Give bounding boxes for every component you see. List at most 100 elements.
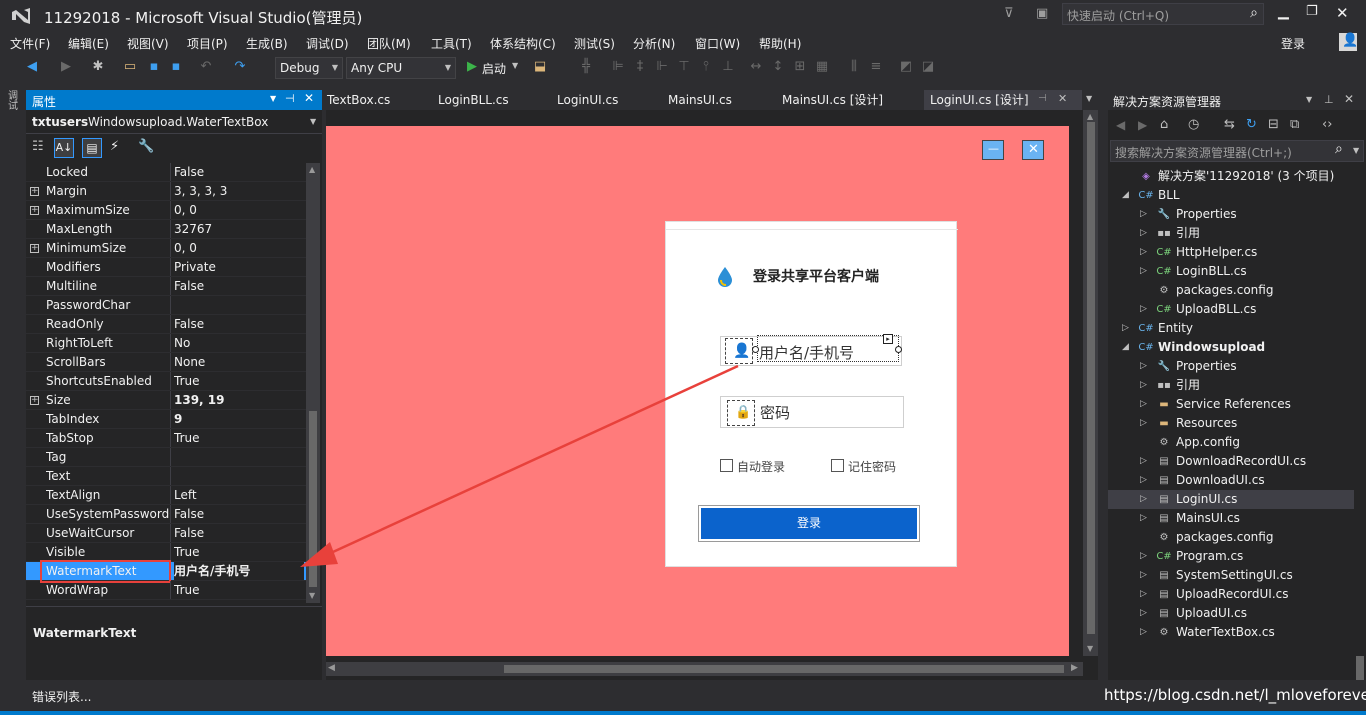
align-tops-icon[interactable]: ⊤ xyxy=(676,59,692,75)
property-value[interactable]: Private xyxy=(174,258,304,277)
expand-arrow-icon[interactable]: ▷ xyxy=(1140,471,1147,490)
navigate-forward-icon[interactable]: ▶ xyxy=(58,59,74,75)
tree-node-mainsui-cs[interactable]: ▷ ▤ MainsUI.cs xyxy=(1140,509,1354,528)
scroll-left-icon[interactable]: ◀ xyxy=(328,663,335,673)
scroll-thumb[interactable] xyxy=(309,411,317,587)
tree-node-packages-config[interactable]: ⚙ packages.config xyxy=(1140,281,1354,300)
property-value[interactable]: 用户名/手机号 xyxy=(174,562,304,581)
login-button[interactable]: 登录 xyxy=(701,508,917,539)
scroll-up-icon[interactable]: ▲ xyxy=(1087,112,1093,121)
tree-node-service-references[interactable]: ▷ ▬ Service References xyxy=(1140,395,1354,414)
menu-view[interactable]: 视图(V) xyxy=(127,35,169,52)
tree-scrollbar[interactable] xyxy=(1356,656,1364,680)
property-value[interactable]: 32767 xyxy=(174,220,304,239)
menu-debug[interactable]: 调试(D) xyxy=(306,35,349,52)
expand-icon[interactable]: + xyxy=(30,206,39,215)
menu-help[interactable]: 帮助(H) xyxy=(759,35,801,52)
sync-icon[interactable]: ⇆ xyxy=(1224,117,1235,132)
menu-tools[interactable]: 工具(T) xyxy=(431,35,472,52)
chevron-down-icon[interactable]: ▼ xyxy=(1086,94,1092,103)
expand-icon[interactable]: + xyxy=(30,396,39,405)
expand-arrow-icon[interactable]: ▷ xyxy=(1140,623,1147,642)
categorized-icon[interactable]: ☷ xyxy=(32,139,44,154)
scroll-thumb[interactable] xyxy=(504,665,1064,673)
pending-changes-icon[interactable]: ◷ xyxy=(1188,117,1199,132)
tree-node-uploadbll-cs[interactable]: ▷ C# UploadBLL.cs xyxy=(1140,300,1354,319)
expand-arrow-icon[interactable]: ▷ xyxy=(1140,357,1147,376)
horizontal-spacing-icon[interactable]: ⫼ xyxy=(846,59,862,75)
object-selector[interactable]: txtusers Windowsupload.WaterTextBox ▼ xyxy=(26,112,322,134)
restore-window-button[interactable]: ❐ xyxy=(1306,4,1318,19)
tree-node-properties[interactable]: ▷ 🔧 Properties xyxy=(1140,205,1354,224)
expand-arrow-icon[interactable]: ▷ xyxy=(1122,319,1129,338)
expand-arrow-icon[interactable]: ▷ xyxy=(1140,300,1147,319)
property-row-shortcutsenabled[interactable]: ShortcutsEnabled True xyxy=(26,372,306,391)
scroll-right-icon[interactable]: ▶ xyxy=(1071,663,1078,673)
align-rights-icon[interactable]: ⊩ xyxy=(654,59,670,75)
smart-tag-icon[interactable]: ▸ xyxy=(883,334,893,344)
property-value[interactable]: False xyxy=(174,277,304,296)
close-icon[interactable]: ✕ xyxy=(1058,92,1067,105)
chevron-down-icon[interactable]: ▼ xyxy=(1306,95,1312,104)
property-value[interactable]: True xyxy=(174,543,304,562)
password-field[interactable]: 🔒 密码 xyxy=(720,396,904,428)
property-value[interactable]: False xyxy=(174,163,304,182)
property-row-locked[interactable]: Locked False xyxy=(26,163,306,182)
same-width-icon[interactable]: ↔ xyxy=(748,59,764,75)
property-row-tabindex[interactable]: TabIndex 9 xyxy=(26,410,306,429)
tree-node-httphelper-cs[interactable]: ▷ C# HttpHelper.cs xyxy=(1140,243,1354,262)
tree-node-program-cs[interactable]: ▷ C# Program.cs xyxy=(1140,547,1354,566)
property-value[interactable]: True xyxy=(174,372,304,391)
property-value[interactable]: True xyxy=(174,581,304,600)
resize-handle[interactable] xyxy=(895,346,902,353)
new-project-icon[interactable]: ✱ xyxy=(90,59,106,75)
property-row-size[interactable]: + Size 139, 19 xyxy=(26,391,306,410)
expand-arrow-icon[interactable]: ▷ xyxy=(1140,205,1147,224)
property-row-margin[interactable]: + Margin 3, 3, 3, 3 xyxy=(26,182,306,201)
bring-to-front-icon[interactable]: ◩ xyxy=(898,59,914,75)
tab-loginbll-cs[interactable]: LoginBLL.cs xyxy=(438,90,509,110)
toolbox-tab[interactable]: 调 试 xyxy=(8,92,18,112)
menu-architecture[interactable]: 体系结构(C) xyxy=(490,35,556,52)
filter-icon[interactable]: ⊽ xyxy=(1004,6,1014,21)
expand-arrow-icon[interactable]: ▷ xyxy=(1140,243,1147,262)
send-to-back-icon[interactable]: ◪ xyxy=(920,59,936,75)
pin-icon[interactable]: ⊣ xyxy=(285,92,295,105)
minimize-window-button[interactable]: ▁ xyxy=(1278,4,1289,20)
solution-search-box[interactable]: 搜索解决方案资源管理器(Ctrl+;) ⌕ ▼ xyxy=(1110,140,1364,162)
property-value[interactable]: False xyxy=(174,505,304,524)
tree-node-[interactable]: ▷ ▪▪ 引用 xyxy=(1140,376,1354,395)
expand-arrow-icon[interactable]: ▷ xyxy=(1140,224,1147,243)
property-row-maxlength[interactable]: MaxLength 32767 xyxy=(26,220,306,239)
property-row-tag[interactable]: Tag xyxy=(26,448,306,467)
chevron-down-icon[interactable]: ▼ xyxy=(512,61,518,70)
property-row-modifiers[interactable]: Modifiers Private xyxy=(26,258,306,277)
tree-node-entity[interactable]: ▷ C# Entity xyxy=(1122,319,1354,338)
property-value[interactable]: True xyxy=(174,429,304,448)
pin-icon[interactable]: ⊣ xyxy=(1038,93,1047,104)
save-all-icon[interactable]: ▪ xyxy=(168,59,184,75)
open-file-icon[interactable]: ▭ xyxy=(122,59,138,75)
tree-node-watertextbox-cs[interactable]: ▷ ⚙ WaterTextBox.cs xyxy=(1140,623,1354,642)
tab-loginui-cs[interactable]: LoginUI.cs xyxy=(557,90,618,110)
property-row-passwordchar[interactable]: PasswordChar xyxy=(26,296,306,315)
property-row-wordwrap[interactable]: WordWrap True xyxy=(26,581,306,600)
expand-icon[interactable]: + xyxy=(30,244,39,253)
username-field[interactable]: 👤 用户名/手机号 ▸ xyxy=(720,334,902,366)
refresh-icon[interactable]: ↻ xyxy=(1246,117,1257,132)
property-row-readonly[interactable]: ReadOnly False xyxy=(26,315,306,334)
scroll-down-icon[interactable]: ▼ xyxy=(1087,644,1093,653)
property-row-multiline[interactable]: Multiline False xyxy=(26,277,306,296)
tab-textbox-cs[interactable]: TextBox.cs xyxy=(327,90,390,110)
property-value[interactable]: 0, 0 xyxy=(174,201,304,220)
tree-node-loginbll-cs[interactable]: ▷ C# LoginBLL.cs xyxy=(1140,262,1354,281)
expand-arrow-icon[interactable]: ▷ xyxy=(1140,376,1147,395)
align-lefts-icon[interactable]: ⊫ xyxy=(610,59,626,75)
code-view-icon[interactable]: ‹› xyxy=(1322,117,1332,132)
configuration-combo[interactable]: Debug ▼ xyxy=(275,57,343,79)
home-icon[interactable]: ⌂ xyxy=(1160,117,1168,132)
tree-node-11292018-3[interactable]: ◈ 解决方案'11292018' (3 个项目) xyxy=(1122,167,1354,186)
property-row-minimumsize[interactable]: + MinimumSize 0, 0 xyxy=(26,239,306,258)
tree-node-app-config[interactable]: ⚙ App.config xyxy=(1140,433,1354,452)
expand-arrow-icon[interactable]: ▷ xyxy=(1140,395,1147,414)
